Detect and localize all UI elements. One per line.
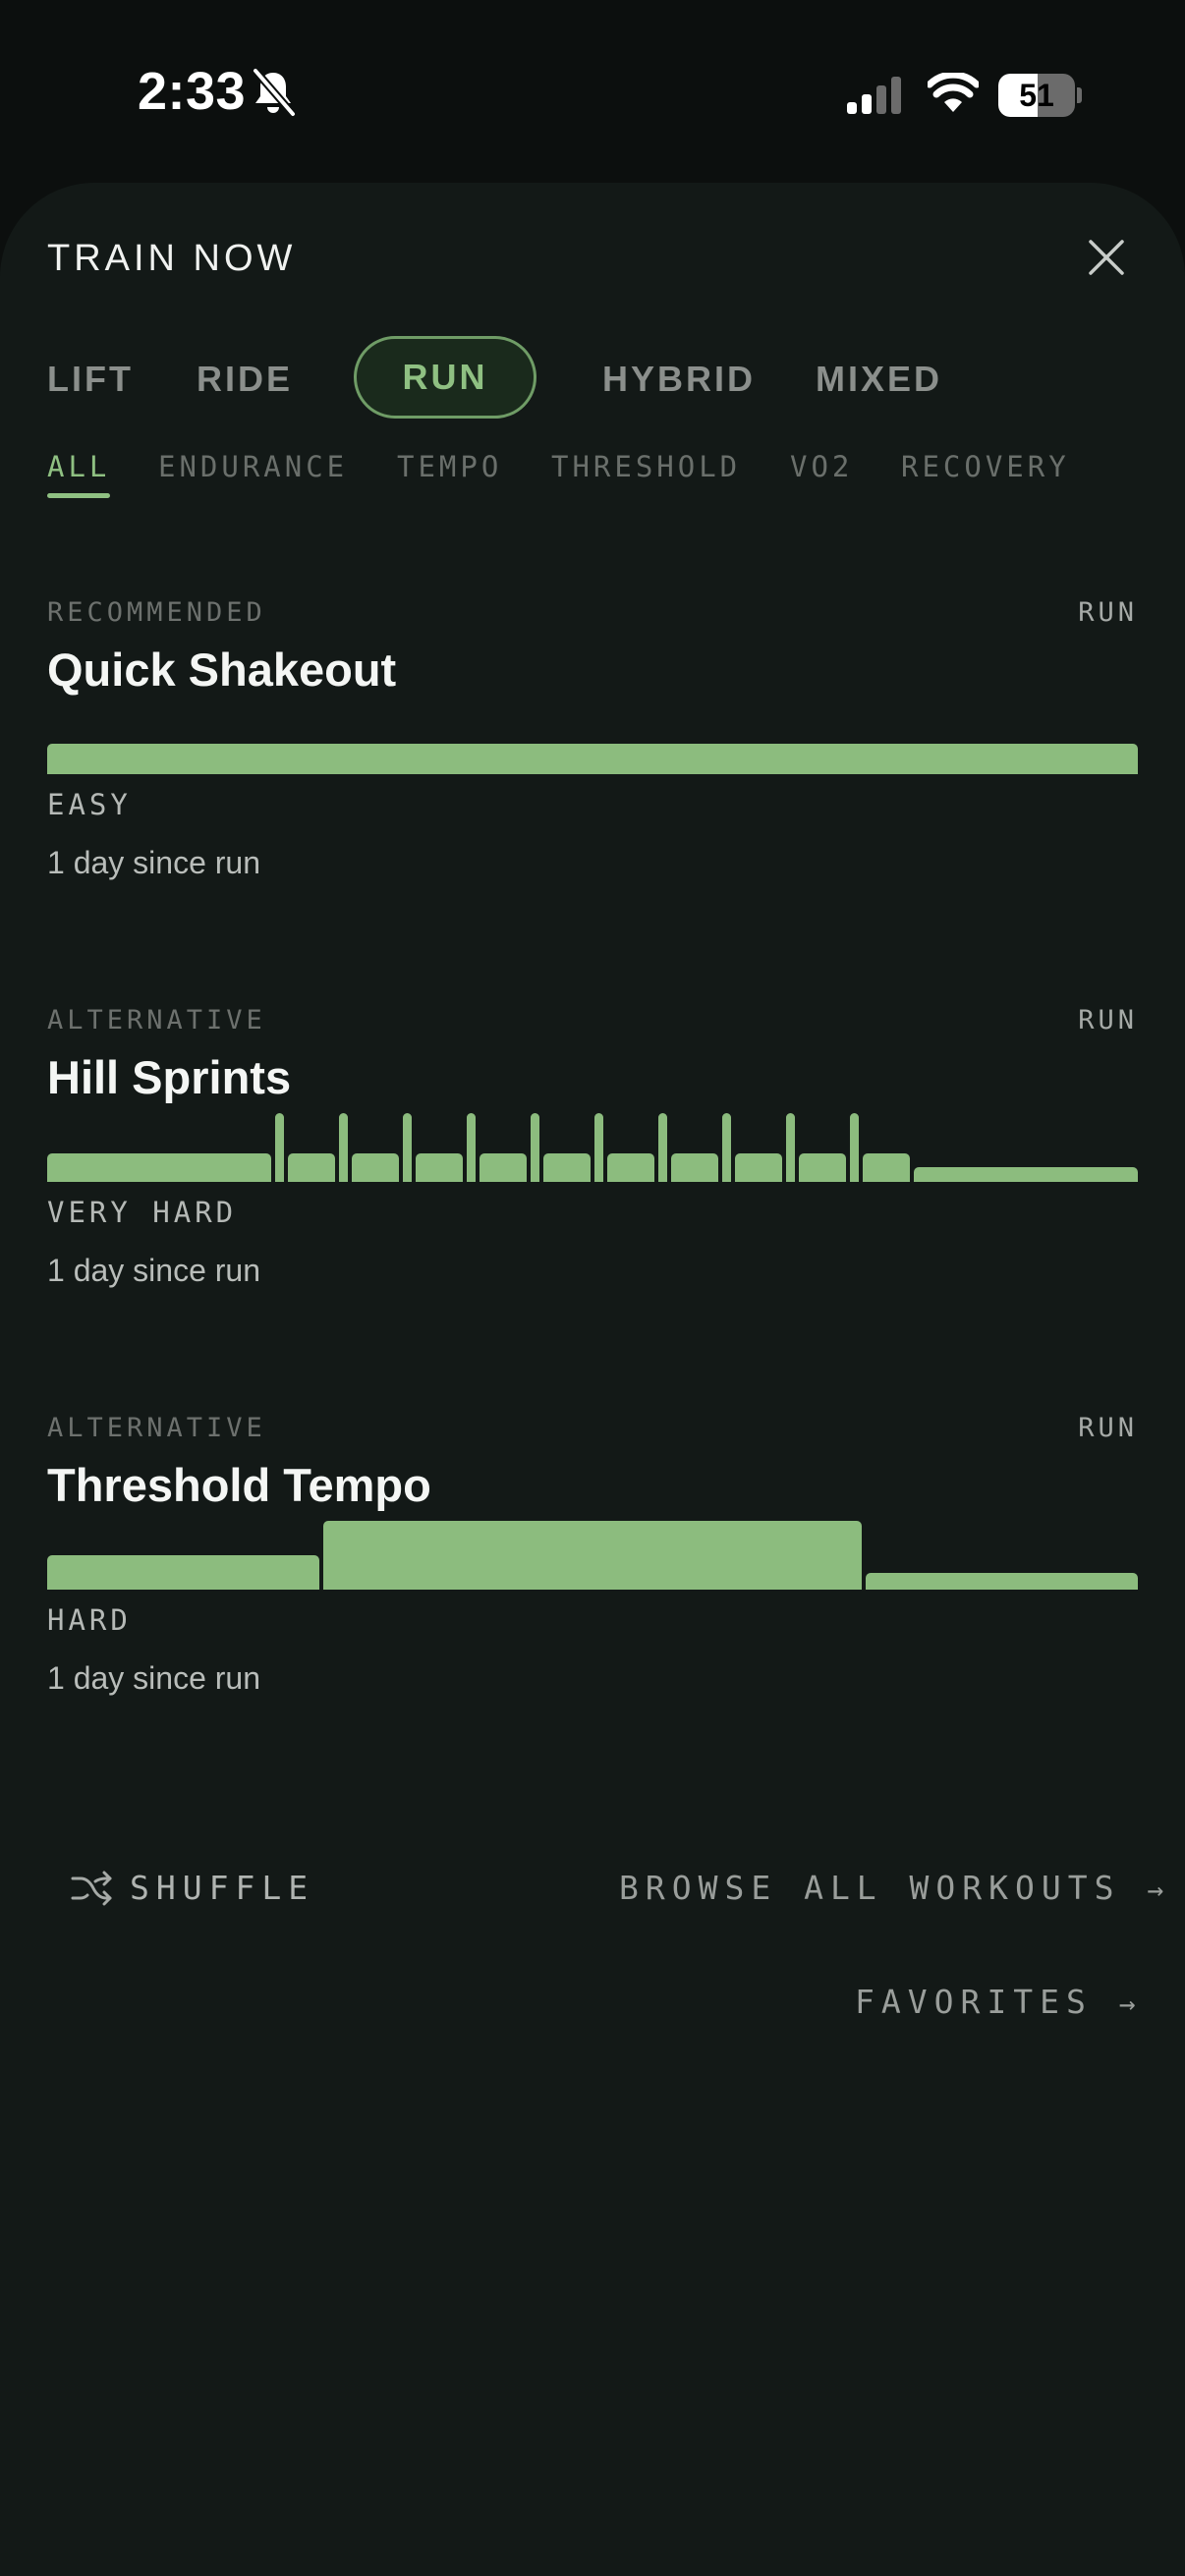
train-now-sheet: TRAIN NOW LIFT RIDE RUN HYBRID MIXED ALL… (0, 183, 1185, 2576)
workout-card-hill-sprints[interactable]: ALTERNATIVE RUN Hill Sprints VERY HARD 1… (47, 1005, 1138, 1329)
profile-segment (798, 1152, 846, 1182)
profile-segment (415, 1152, 463, 1182)
profile-segment (322, 1521, 863, 1590)
tab-run[interactable]: RUN (354, 336, 536, 419)
arrow-right-icon: → (1118, 1988, 1136, 2020)
shuffle-button[interactable]: SHUFFLE (130, 1869, 314, 1907)
profile-segment (531, 1113, 539, 1182)
since-label: 1 day since run (47, 1660, 261, 1696)
profile-segment (542, 1152, 591, 1182)
workout-name: Quick Shakeout (47, 644, 397, 696)
browse-all-workouts-link[interactable]: BROWSE ALL WORKOUTS → (619, 1869, 1163, 1907)
profile-segment (722, 1113, 731, 1182)
subtab-tempo[interactable]: TEMPO (397, 450, 502, 483)
workout-profile-graph (47, 1521, 1138, 1590)
workout-profile-graph (47, 705, 1138, 774)
profile-segment (734, 1152, 782, 1182)
since-label: 1 day since run (47, 845, 261, 880)
subtab-vo2[interactable]: VO2 (790, 450, 853, 483)
profile-segment (351, 1152, 399, 1182)
profile-segment (670, 1152, 718, 1182)
profile-segment (47, 1152, 271, 1182)
card-type: RUN (1078, 1413, 1138, 1443)
card-type: RUN (1078, 1005, 1138, 1036)
status-bar: 2:33 51 (0, 0, 1185, 187)
close-icon[interactable] (1085, 236, 1128, 279)
favorites-label: FAVORITES (855, 1983, 1093, 2021)
subtab-recovery[interactable]: RECOVERY (901, 450, 1070, 483)
workout-name: Hill Sprints (47, 1051, 292, 1103)
profile-segment (47, 743, 1138, 774)
battery-percent: 51 (1019, 78, 1054, 113)
tab-lift[interactable]: LIFT (47, 358, 134, 401)
profile-segment (850, 1113, 859, 1182)
intensity-label: EASY (47, 788, 132, 821)
tab-hybrid[interactable]: HYBRID (602, 358, 756, 401)
battery-indicator: 51 (998, 74, 1082, 117)
profile-segment (275, 1113, 284, 1182)
profile-segment (287, 1152, 335, 1182)
tab-mixed[interactable]: MIXED (816, 358, 942, 401)
profile-segment (594, 1113, 603, 1182)
card-type: RUN (1078, 597, 1138, 628)
subtab-endurance[interactable]: ENDURANCE (158, 450, 348, 483)
shuffle-icon[interactable] (71, 1869, 112, 1908)
profile-segment (866, 1572, 1138, 1590)
browse-all-label: BROWSE ALL WORKOUTS (619, 1869, 1121, 1907)
profile-segment (479, 1152, 527, 1182)
profile-segment (403, 1113, 412, 1182)
workout-profile-graph (47, 1113, 1138, 1182)
card-tag: ALTERNATIVE (47, 1005, 266, 1036)
bell-muted-icon (252, 68, 297, 117)
card-tag: RECOMMENDED (47, 597, 266, 628)
intensity-label: VERY HARD (47, 1196, 238, 1229)
profile-segment (786, 1113, 795, 1182)
profile-segment (658, 1113, 667, 1182)
intensity-label: HARD (47, 1603, 132, 1637)
status-time: 2:33 (138, 62, 247, 121)
favorites-link[interactable]: FAVORITES → (855, 1983, 1136, 2021)
workout-card-threshold-tempo[interactable]: ALTERNATIVE RUN Threshold Tempo HARD 1 d… (47, 1413, 1138, 1737)
tab-ride[interactable]: RIDE (197, 358, 293, 401)
subtab-active-indicator (47, 493, 110, 498)
profile-segment (606, 1152, 654, 1182)
profile-segment (862, 1152, 910, 1182)
since-label: 1 day since run (47, 1253, 261, 1288)
subtab-threshold[interactable]: THRESHOLD (551, 450, 741, 483)
profile-segment (467, 1113, 476, 1182)
profile-segment (914, 1166, 1138, 1182)
sheet-title: TRAIN NOW (47, 238, 297, 279)
workout-card-quick-shakeout[interactable]: RECOMMENDED RUN Quick Shakeout EASY 1 da… (47, 597, 1138, 922)
workout-name: Threshold Tempo (47, 1459, 431, 1511)
subtab-all[interactable]: ALL (47, 450, 110, 483)
profile-segment (339, 1113, 348, 1182)
cellular-signal-icon (847, 77, 901, 114)
arrow-right-icon: → (1147, 1874, 1164, 1906)
card-tag: ALTERNATIVE (47, 1413, 266, 1443)
profile-segment (47, 1555, 319, 1590)
wifi-icon (928, 73, 979, 112)
